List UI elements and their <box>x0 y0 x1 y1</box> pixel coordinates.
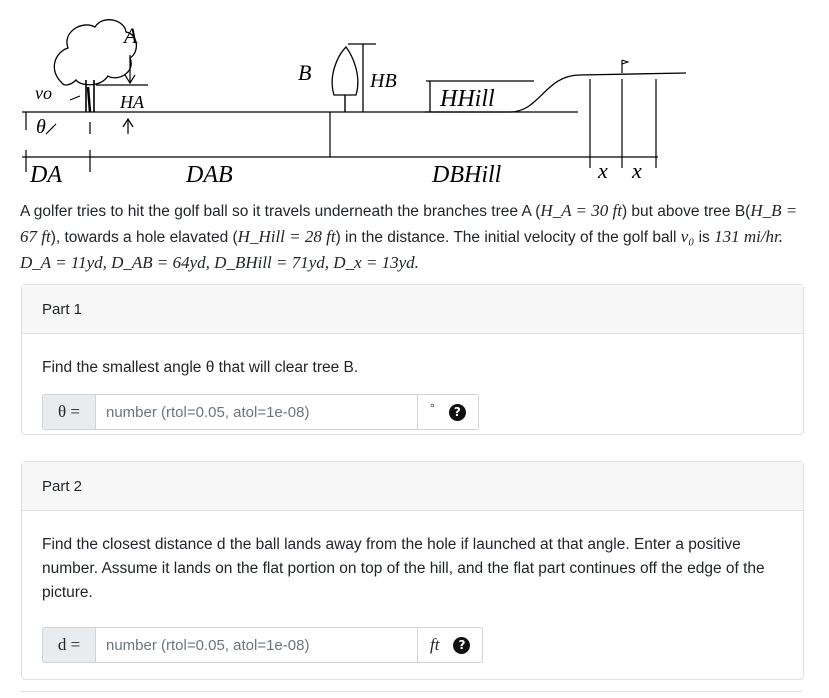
part2-body: Find the closest distance d the ball lan… <box>22 533 803 663</box>
hhill-value: H_Hill = 28 ft <box>237 227 336 246</box>
theta-input[interactable] <box>95 394 417 430</box>
label-x1: x <box>597 158 608 183</box>
label-dab: DAB <box>185 162 233 188</box>
part2-input-group: d = ft ? <box>42 627 783 663</box>
label-ha: HA <box>119 92 145 112</box>
distance-input[interactable] <box>95 627 417 663</box>
part2-title: Part 2 <box>42 477 83 495</box>
label-hb: HB <box>369 70 397 92</box>
degree-unit: ° <box>430 401 435 415</box>
problem-diagram: A HA vo θ DA DAB DBHill B HB HHill x x <box>22 19 687 188</box>
theta-suffix: ° ? <box>417 394 479 430</box>
part1-input-group: θ = ° ? <box>42 394 783 430</box>
d-prefix: d = <box>42 627 95 663</box>
label-b: B <box>298 60 311 85</box>
part1-header: Part 1 <box>22 285 803 334</box>
vo-value: 131 mi/hr. <box>714 227 784 246</box>
label-vo: vo <box>35 83 52 103</box>
problem-text: is <box>694 229 715 246</box>
part1-card: Part 1 Find the smallest angle θ that wi… <box>21 284 804 435</box>
problem-text: ), towards a hole elavated ( <box>50 229 238 246</box>
part2-question: Find the closest distance d the ball lan… <box>42 536 765 601</box>
distance-suffix: ft ? <box>417 627 484 663</box>
problem-statement: A golfer tries to hit the golf ball so i… <box>20 198 810 276</box>
label-da: DA <box>29 162 62 188</box>
label-theta: θ <box>36 116 46 138</box>
tree-b <box>331 46 359 96</box>
label-a: A <box>122 23 138 48</box>
label-dbhill: DBHill <box>431 162 502 188</box>
distance-values: D_A = 11yd, D_AB = 64yd, D_BHill = 71yd,… <box>20 253 419 272</box>
problem-text: ) but above tree B( <box>621 203 751 220</box>
label-hhill: HHill <box>439 86 495 112</box>
problem-text: ) in the distance. The initial velocity … <box>335 229 681 246</box>
vo-symbol: v₀ <box>680 227 695 246</box>
help-icon[interactable]: ? <box>448 403 466 421</box>
part1-title: Part 1 <box>42 300 83 318</box>
ha-value: H_A = 30 ft <box>540 201 622 220</box>
part1-question: Find the smallest angle θ that will clea… <box>42 359 359 376</box>
label-x2: x <box>631 158 642 183</box>
part1-body: Find the smallest angle θ that will clea… <box>22 356 803 430</box>
theta-prefix: θ = <box>42 394 95 430</box>
help-icon[interactable]: ? <box>453 636 471 654</box>
next-card-edge <box>21 691 802 692</box>
part2-header: Part 2 <box>22 462 803 511</box>
problem-text: A golfer tries to hit the golf ball so i… <box>20 203 541 220</box>
feet-unit: ft <box>430 635 440 654</box>
part2-card: Part 2 Find the closest distance d the b… <box>21 461 804 680</box>
